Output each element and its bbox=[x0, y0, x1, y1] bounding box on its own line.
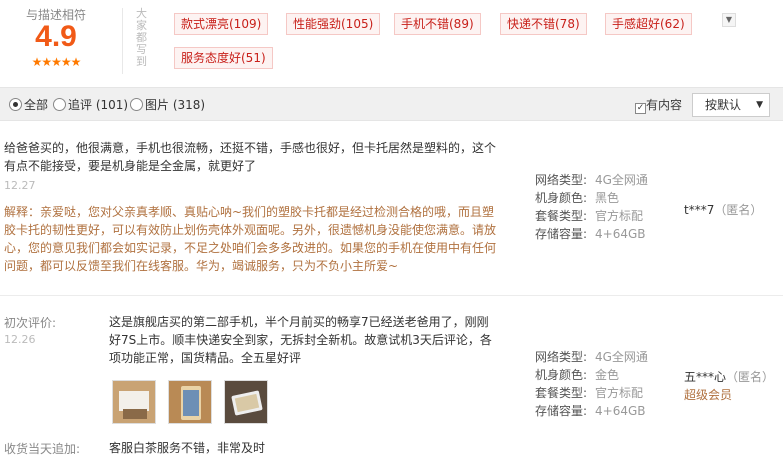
tag-phone-good[interactable]: 手机不错(89) bbox=[394, 13, 481, 35]
first-review-label: 初次评价: bbox=[4, 316, 57, 330]
review-photo-thumbnail[interactable] bbox=[168, 380, 212, 424]
seller-reply: 解释：亲爱哒，您对父亲真孝顺、真贴心呐~我们的塑胶卡托都是经过检测合格的哦，而且… bbox=[4, 205, 497, 273]
chevron-down-icon: ▼ bbox=[756, 100, 763, 110]
tag-delivery[interactable]: 快递不错(78) bbox=[500, 13, 587, 35]
tag-performance[interactable]: 性能强劲(105) bbox=[286, 13, 381, 35]
filter-all-label: 全部 bbox=[24, 98, 49, 112]
review-item: 初次评价: 12.26 这是旗舰店买的第二部手机，半个月前买的畅享7已经送老爸用… bbox=[0, 297, 783, 464]
filter-bar: 全部 追评 (101) 图片 (318) ✓ 有内容 按默认 ▼ bbox=[0, 87, 783, 121]
spec-row: 网络类型: 4G全网通 bbox=[535, 350, 648, 364]
review-date: 12.26 bbox=[4, 333, 36, 346]
star-rating-icon: ★★★★★ bbox=[31, 55, 82, 69]
filter-followup-radio[interactable]: 追评 (101) bbox=[53, 97, 128, 113]
sort-select[interactable]: 按默认 ▼ bbox=[692, 93, 770, 117]
spec-row: 套餐类型: 官方标配 bbox=[535, 386, 644, 400]
spec-row: 机身颜色: 金色 bbox=[535, 368, 620, 382]
radio-icon bbox=[130, 98, 143, 111]
has-content-label: 有内容 bbox=[646, 98, 683, 112]
filter-image-radio[interactable]: 图片 (318) bbox=[130, 97, 205, 113]
tag-service[interactable]: 服务态度好(51) bbox=[174, 47, 273, 69]
photo-image bbox=[225, 381, 267, 423]
reviewer-name: 五***心（匿名） bbox=[684, 370, 775, 384]
review-item: 给爸爸买的，他很满意，手机也很流畅，还挺不错，手感也很好，但卡托居然是塑料的，这… bbox=[0, 122, 783, 296]
tags-heading: 大家都写到 bbox=[136, 7, 147, 68]
review-text: 这是旗舰店买的第二部手机，半个月前买的畅享7已经送老爸用了，刚刚好7S上市。顺丰… bbox=[109, 315, 492, 365]
spec-row: 机身颜色: 黑色 bbox=[535, 191, 620, 205]
reviewer-name: t***7（匿名） bbox=[684, 203, 763, 217]
append-review-text: 客服白茶服务不错，非常及时 bbox=[109, 441, 266, 455]
review-photo-thumbnail[interactable] bbox=[224, 380, 268, 424]
score-value: 4.9 bbox=[35, 20, 77, 53]
review-date: 12.27 bbox=[4, 179, 36, 192]
review-text: 给爸爸买的，他很满意，手机也很流畅，还挺不错，手感也很好，但卡托居然是塑料的，这… bbox=[4, 141, 497, 173]
review-photo-thumbnail[interactable] bbox=[112, 380, 156, 424]
radio-icon bbox=[53, 98, 66, 111]
spec-row: 套餐类型: 官方标配 bbox=[535, 209, 644, 223]
spec-row: 存储容量: 4+64GB bbox=[535, 227, 646, 241]
tag-style[interactable]: 款式漂亮(109) bbox=[174, 13, 269, 35]
filter-image-label: 图片 (318) bbox=[145, 98, 206, 112]
checkmark-icon: ✓ bbox=[635, 103, 646, 114]
photo-image bbox=[113, 381, 155, 423]
filter-all-radio[interactable]: 全部 bbox=[9, 97, 48, 113]
has-content-checkbox[interactable]: ✓ 有内容 bbox=[635, 97, 683, 114]
product-specs: 网络类型: 4G全网通 机身颜色: 黑色 套餐类型: 官方标配 存储容量: 4+64GB bbox=[535, 171, 648, 243]
rating-header: 与描述相符 4.9 ★★★★★ 大家都写到 款式漂亮(109) 性能强劲(105… bbox=[0, 0, 783, 86]
append-review-label: 收货当天追加: bbox=[4, 442, 81, 456]
chevron-down-icon[interactable]: ▼ bbox=[722, 13, 736, 27]
filter-followup-label: 追评 (101) bbox=[68, 98, 129, 112]
spec-row: 网络类型: 4G全网通 bbox=[535, 173, 648, 187]
tag-feel[interactable]: 手感超好(62) bbox=[605, 13, 692, 35]
sort-value: 按默认 bbox=[705, 98, 742, 112]
product-specs: 网络类型: 4G全网通 机身颜色: 金色 套餐类型: 官方标配 存储容量: 4+64GB bbox=[535, 348, 648, 420]
spec-row: 存储容量: 4+64GB bbox=[535, 404, 646, 418]
score-box: 与描述相符 4.9 ★★★★★ bbox=[0, 0, 112, 86]
vip-badge: 超级会员 bbox=[684, 388, 733, 402]
radio-selected-icon bbox=[9, 98, 22, 111]
header-divider bbox=[122, 8, 123, 74]
photo-image bbox=[169, 381, 211, 423]
